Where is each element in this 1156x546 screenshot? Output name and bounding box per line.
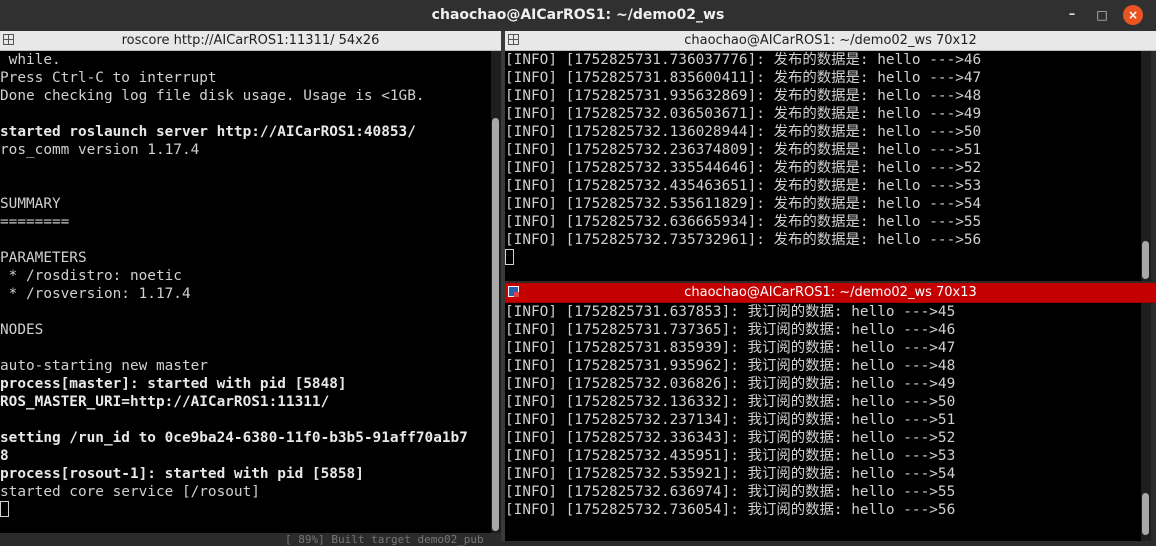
subscriber-terminal[interactable]: [INFO] [1752825731.637853]: 我订阅的数据: hell… xyxy=(505,303,1141,541)
terminal-prompt-line xyxy=(505,249,1141,267)
close-icon[interactable]: × xyxy=(1123,5,1143,25)
terminal-line: process[master]: started with pid [5848] xyxy=(0,376,347,392)
terminal-line: started core service [/rosout] xyxy=(0,484,260,500)
terminal-line: [INFO] [1752825732.435951]: 我订阅的数据: hell… xyxy=(505,448,956,464)
window-title: chaochao@AICarROS1: ~/demo02_ws xyxy=(431,7,725,23)
terminal-line: started roslaunch server http://AICarROS… xyxy=(0,124,416,140)
terminal-line: setting /run_id to 0ce9ba24-6380-11f0-b3… xyxy=(0,430,468,446)
terminal-line: * /rosdistro: noetic xyxy=(0,268,182,284)
background-overflow-text: [ 89%] Built target demo02_pub xyxy=(285,533,484,546)
terminal-line: ros_comm version 1.17.4 xyxy=(0,142,200,158)
minimize-icon[interactable]: – xyxy=(1062,5,1082,25)
terminal-line: [INFO] [1752825732.036826]: 我订阅的数据: hell… xyxy=(505,376,956,392)
terminal-line: [INFO] [1752825732.237134]: 我订阅的数据: hell… xyxy=(505,412,956,428)
terminal-line: Done checking log file disk usage. Usage… xyxy=(0,88,425,104)
terminal-line: [INFO] [1752825731.736037776]: 发布的数据是: h… xyxy=(505,52,982,68)
left-terminal[interactable]: while. Press Ctrl-C to interrupt Done chec… xyxy=(0,51,491,533)
terminal-line: [INFO] [1752825731.835600411]: 发布的数据是: h… xyxy=(505,70,982,86)
top-right-scrollbar[interactable] xyxy=(1141,51,1151,281)
terminal-line: SUMMARY xyxy=(0,196,61,212)
terminal-line: [INFO] [1752825732.336343]: 我订阅的数据: hell… xyxy=(505,430,956,446)
left-pane-header[interactable]: roscore http://AICarROS1:11311/ 54x26 xyxy=(0,31,501,51)
maximize-icon[interactable]: □ xyxy=(1092,5,1112,25)
terminal-line: ROS_MASTER_URI=http://AICarROS1:11311/ xyxy=(0,394,330,410)
top-right-scroll-thumb[interactable] xyxy=(1142,241,1149,279)
bottom-right-pane-title: chaochao@AICarROS1: ~/demo02_ws 70x13 xyxy=(684,285,977,300)
left-scrollbar[interactable] xyxy=(491,51,501,533)
terminal-line: auto-starting new master xyxy=(0,358,208,374)
terminal-line: process[rosout-1]: started with pid [585… xyxy=(0,466,364,482)
terminal-line: [INFO] [1752825731.935632869]: 发布的数据是: h… xyxy=(505,88,982,104)
left-pane-title: roscore http://AICarROS1:11311/ 54x26 xyxy=(121,33,380,48)
terminal-line: [INFO] [1752825731.737365]: 我订阅的数据: hell… xyxy=(505,322,956,338)
terminal-line: 8 xyxy=(0,448,9,464)
terminal-line: [INFO] [1752825732.735732961]: 发布的数据是: h… xyxy=(505,232,982,248)
terminal-line: [INFO] [1752825732.136028944]: 发布的数据是: h… xyxy=(505,124,982,140)
bottom-right-scroll-thumb[interactable] xyxy=(1142,493,1149,535)
left-scroll-thumb[interactable] xyxy=(492,118,499,531)
terminal-line: [INFO] [1752825731.637853]: 我订阅的数据: hell… xyxy=(505,304,956,320)
top-right-pane-title: chaochao@AICarROS1: ~/demo02_ws 70x12 xyxy=(684,33,977,48)
terminal-line: [INFO] [1752825731.935962]: 我订阅的数据: hell… xyxy=(505,358,956,374)
terminal-line: while. xyxy=(0,52,61,68)
terminal-line: [INFO] [1752825732.535921]: 我订阅的数据: hell… xyxy=(505,466,956,482)
terminal-line: PARAMETERS xyxy=(0,250,87,266)
bottom-right-scrollbar[interactable] xyxy=(1141,303,1151,541)
top-right-pane-header[interactable]: chaochao@AICarROS1: ~/demo02_ws 70x12 xyxy=(505,31,1156,51)
publisher-terminal[interactable]: [INFO] [1752825731.736037776]: 发布的数据是: h… xyxy=(505,51,1141,281)
terminal-line: [INFO] [1752825732.535611829]: 发布的数据是: h… xyxy=(505,196,982,212)
bottom-right-pane-header[interactable]: chaochao@AICarROS1: ~/demo02_ws 70x13 xyxy=(505,283,1156,303)
terminal-prompt-line xyxy=(0,501,491,519)
terminal-line: [INFO] [1752825732.435463651]: 发布的数据是: h… xyxy=(505,178,982,194)
terminal-line: [INFO] [1752825732.236374809]: 发布的数据是: h… xyxy=(505,142,982,158)
text-cursor xyxy=(0,501,9,517)
terminal-line: * /rosversion: 1.17.4 xyxy=(0,286,191,302)
terminal-line: [INFO] [1752825732.036503671]: 发布的数据是: h… xyxy=(505,106,982,122)
text-cursor xyxy=(505,249,514,265)
terminal-line: [INFO] [1752825731.835939]: 我订阅的数据: hell… xyxy=(505,340,956,356)
terminal-line: [INFO] [1752825732.736054]: 我订阅的数据: hell… xyxy=(505,502,956,518)
terminal-line: [INFO] [1752825732.335544646]: 发布的数据是: h… xyxy=(505,160,982,176)
terminal-line: ======== xyxy=(0,214,70,230)
terminal-line: [INFO] [1752825732.636974]: 我订阅的数据: hell… xyxy=(505,484,956,500)
window-titlebar: chaochao@AICarROS1: ~/demo02_ws – □ × xyxy=(0,0,1156,31)
terminal-line: Press Ctrl-C to interrupt xyxy=(0,70,217,86)
terminal-line: NODES xyxy=(0,322,44,338)
terminal-line: [INFO] [1752825732.636665934]: 发布的数据是: h… xyxy=(505,214,982,230)
terminal-line: [INFO] [1752825732.136332]: 我订阅的数据: hell… xyxy=(505,394,956,410)
